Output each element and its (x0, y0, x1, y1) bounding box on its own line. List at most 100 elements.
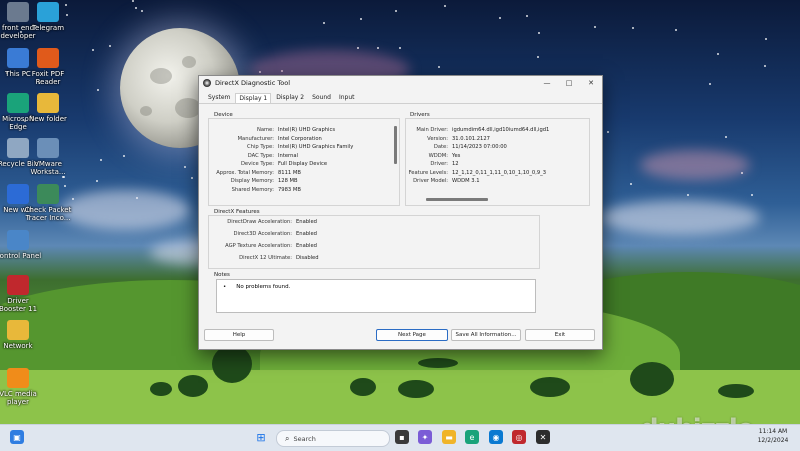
tab-system[interactable]: System (205, 93, 233, 103)
desktop-icon-label: Foxit PDF Reader (31, 70, 65, 86)
desktop-icon[interactable]: VMware Worksta... (18, 138, 78, 176)
star (134, 7, 137, 10)
save-all-information-button[interactable]: Save All Information... (451, 329, 521, 341)
maximize-button[interactable]: □ (558, 76, 580, 90)
star (708, 83, 711, 86)
dxdiag-app-icon (203, 79, 211, 87)
info-row: Shared Memory: 7983 MB (210, 186, 301, 195)
task-view-icon[interactable]: ▪ (395, 430, 409, 444)
star (122, 154, 125, 157)
star (131, 0, 134, 3)
taskbar: ▣ ⊞ ⌕ Search ▪ ✦ ▬ e ◉ ◎ ✕ 11:14 AM 12/2… (0, 424, 800, 451)
info-value: WDDM 3.1 (452, 178, 480, 184)
file-explorer-icon[interactable]: ▬ (442, 430, 456, 444)
info-label: AGP Texture Acceleration: (225, 243, 292, 249)
desktop-icon[interactable]: VLC media player (0, 368, 48, 406)
desktop-icon[interactable]: Telegram (18, 2, 78, 32)
app-icon (37, 138, 59, 158)
star (686, 193, 689, 196)
star (629, 182, 632, 185)
star (322, 21, 325, 24)
star (607, 130, 610, 133)
star (96, 179, 99, 182)
desktop-icon-label: Driver Booster 11 (0, 297, 38, 313)
close-button[interactable]: ✕ (580, 76, 602, 90)
star (725, 135, 728, 138)
info-row: Driver Model: WDDM 3.1 (402, 177, 480, 186)
star (61, 176, 64, 179)
desktop-icon[interactable]: Driver Booster 11 (0, 275, 48, 313)
system-clock[interactable]: 11:14 AM 12/2/2024 (752, 427, 794, 445)
tab-input[interactable]: Input (336, 93, 358, 103)
search-placeholder: Search (293, 434, 316, 443)
star (764, 64, 767, 67)
desktop-icon[interactable]: Foxit PDF Reader (18, 48, 78, 86)
edge-icon[interactable]: e (465, 430, 479, 444)
info-row: AGP Texture Acceleration: Enabled (212, 242, 317, 251)
taskbar-search[interactable]: ⌕ Search (276, 430, 390, 447)
app-icon (37, 184, 59, 204)
app-icon[interactable]: ◉ (489, 430, 503, 444)
star (360, 18, 363, 21)
info-value: 7983 MB (278, 186, 301, 193)
desktop-icon-label: New folder (29, 115, 67, 123)
app-icon (7, 320, 29, 340)
search-icon: ⌕ (285, 433, 290, 443)
app-icon (37, 48, 59, 68)
copilot-icon[interactable]: ✦ (418, 430, 432, 444)
info-value: Enabled (296, 243, 317, 249)
info-row: Direct3D Acceleration: Enabled (212, 230, 317, 239)
star (764, 37, 767, 40)
help-button[interactable]: Help (204, 329, 274, 341)
star (92, 48, 95, 51)
star (632, 27, 635, 30)
clock-time: 11:14 AM (758, 428, 788, 435)
info-label: Direct3D Acceleration: (233, 231, 292, 237)
desktop-icon[interactable]: New folder (18, 93, 78, 123)
app-icon (7, 368, 29, 388)
app-icon (37, 93, 59, 113)
app-icon (7, 230, 29, 250)
info-label: DirectX 12 Ultimate: (239, 255, 292, 261)
desktop-icon-label: Check Packet Tracer Inco... (24, 206, 72, 222)
exit-button[interactable]: Exit (525, 329, 595, 341)
star (395, 10, 398, 13)
notes-textarea[interactable]: • No problems found. (216, 279, 536, 313)
device-scrollbar[interactable] (394, 126, 397, 164)
tab-display-2[interactable]: Display 2 (273, 93, 307, 103)
info-label: Shared Memory: (231, 186, 274, 193)
star (140, 10, 143, 12)
clock-date: 12/2/2024 (757, 437, 789, 444)
notes-item: No problems found. (236, 284, 291, 290)
desktop-icon-label: VLC media player (0, 390, 37, 406)
desktop-icon[interactable]: Control Panel (0, 230, 48, 260)
bullet-icon: • (223, 284, 227, 290)
drivers-scrollbar[interactable] (426, 198, 488, 201)
star (443, 4, 446, 7)
minimize-button[interactable]: — (536, 76, 558, 90)
tab-display-1[interactable]: Display 1 (235, 93, 272, 103)
info-label: DirectDraw Acceleration: (227, 219, 292, 225)
desktop-icon[interactable]: Network (0, 320, 48, 350)
star (674, 29, 677, 32)
desktop-icon[interactable]: Check Packet Tracer Inco... (18, 184, 78, 222)
tab-sound[interactable]: Sound (309, 93, 334, 103)
next-page-button[interactable]: Next Page (376, 329, 448, 341)
driver-booster-icon[interactable]: ◎ (512, 430, 526, 444)
window-titlebar[interactable]: DirectX Diagnostic Tool — □ ✕ (199, 76, 602, 90)
star (376, 47, 379, 50)
star (100, 158, 103, 161)
info-label: Driver Model: (413, 178, 448, 184)
desktop-icon-label: Control Panel (0, 252, 42, 260)
widgets-icon[interactable]: ▣ (10, 430, 24, 444)
notes-title: Notes (214, 272, 230, 278)
desktop-icon-label: Network (3, 342, 33, 350)
star (537, 31, 540, 34)
desktop-icon-label: Telegram (31, 24, 65, 32)
star (525, 15, 528, 18)
star (594, 26, 597, 29)
dxdiag-taskbar-icon[interactable]: ✕ (536, 430, 550, 444)
start-windows-icon[interactable]: ⊞ (254, 430, 268, 444)
app-icon (37, 2, 59, 22)
star (183, 166, 186, 169)
